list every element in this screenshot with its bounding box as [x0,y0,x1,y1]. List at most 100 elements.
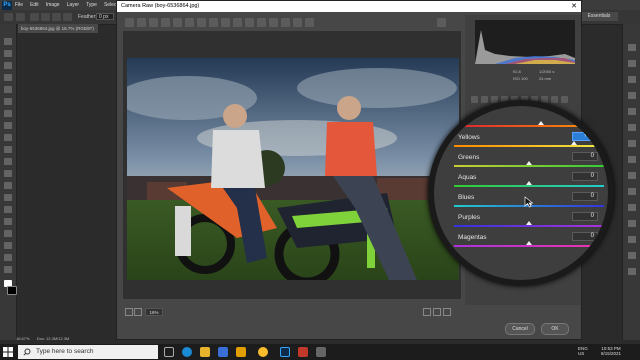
crop-tool-icon[interactable] [4,86,12,93]
background-color-swatch[interactable] [7,286,17,295]
pen-tool-icon[interactable] [4,206,12,213]
document-tab[interactable]: boy-6536864.jpg @ 16.7% (RGB/8*) [18,24,98,33]
zoom-tool-icon[interactable] [125,18,134,27]
lasso-tool-icon[interactable] [4,62,12,69]
hsl-slider-thumb[interactable] [526,181,532,185]
chrome-icon[interactable] [258,347,268,357]
menu-icon[interactable] [281,18,290,27]
menu-file[interactable]: File [15,2,23,8]
eraser-icon[interactable] [4,158,12,165]
home-icon[interactable] [4,13,13,21]
paragraph-icon[interactable] [628,140,636,147]
hsl-slider-thumb[interactable] [571,141,577,145]
hsl-value-yellows[interactable]: +63 [572,132,598,141]
swap-icon[interactable] [433,308,441,316]
transform-icon[interactable] [209,18,218,27]
mail-icon[interactable] [236,347,246,357]
adjustment-brush-icon[interactable] [245,18,254,27]
crop-icon[interactable] [185,18,194,27]
rotate-right-icon[interactable] [305,18,314,27]
photoshop-taskbar-icon[interactable] [280,347,290,357]
history-icon[interactable] [628,44,636,51]
straighten-icon[interactable] [197,18,206,27]
navigator-icon[interactable] [628,252,636,259]
feather-input[interactable]: 0 px [96,13,114,20]
history-brush-icon[interactable] [4,146,12,153]
menu-edit[interactable]: Edit [30,2,39,8]
intersect-selection-icon[interactable] [63,13,72,21]
add-selection-icon[interactable] [41,13,50,21]
hsl-value-magentas[interactable]: 0 [572,232,598,241]
zoom-out-icon[interactable] [134,308,142,316]
brush-tool-icon[interactable] [4,122,12,129]
hsl-value-greens[interactable]: 0 [572,152,598,161]
zoom-tool-icon[interactable] [4,266,12,273]
path-select-icon[interactable] [4,230,12,237]
file-explorer-icon[interactable] [200,347,210,357]
clone-stamp-icon[interactable] [4,134,12,141]
app-icon-2[interactable] [316,347,326,357]
menu-type[interactable]: Type [86,2,97,8]
radial-filter-icon[interactable] [269,18,278,27]
fullscreen-icon[interactable] [437,18,446,27]
taskbar-search[interactable]: Type here to search [18,345,158,359]
spot-removal-icon[interactable] [221,18,230,27]
workspace-switcher[interactable]: Essentials [580,12,618,21]
tab-snapshots[interactable] [561,96,568,103]
eyedropper-icon[interactable] [4,98,12,105]
rotate-left-icon[interactable] [293,18,302,27]
hsl-value-aquas[interactable]: 0 [572,172,598,181]
color-sampler-icon[interactable] [161,18,170,27]
marquee-tool-icon[interactable] [4,50,12,57]
hand-tool-icon[interactable] [4,254,12,261]
windows-start-icon[interactable] [2,346,14,358]
zoom-level[interactable]: 16% [145,308,163,316]
character-icon[interactable] [628,156,636,163]
hsl-slider-oranges[interactable] [454,125,604,127]
subtract-selection-icon[interactable] [52,13,61,21]
libraries-icon[interactable] [628,124,636,131]
move-tool-icon[interactable] [4,38,12,45]
healing-brush-icon[interactable] [4,110,12,117]
hsl-slider-aquas[interactable] [454,185,604,187]
cancel-button[interactable]: Cancel [505,323,535,335]
clock[interactable]: 10:53 PM 8/15/2021 [596,346,626,356]
blur-icon[interactable] [4,182,12,189]
swatches-icon[interactable] [628,92,636,99]
quick-select-icon[interactable] [4,74,12,81]
hsl-value-purples[interactable]: 0 [572,212,598,221]
paths-icon[interactable] [628,204,636,211]
channels-icon[interactable] [628,188,636,195]
copy-settings-icon[interactable] [443,308,451,316]
hsl-value-blues[interactable]: 0 [572,192,598,201]
app-icon[interactable] [298,347,308,357]
tab-tone-curve[interactable] [481,96,488,103]
marquee-tool-icon[interactable] [16,13,25,21]
menu-layer[interactable]: Layer [67,2,80,8]
hsl-slider-thumb[interactable] [526,241,532,245]
shape-tool-icon[interactable] [4,242,12,249]
before-after-icon[interactable] [423,308,431,316]
dodge-icon[interactable] [4,194,12,201]
white-balance-icon[interactable] [149,18,158,27]
styles-icon[interactable] [628,220,636,227]
color-icon[interactable] [628,76,636,83]
hsl-slider-thumb[interactable] [538,121,544,125]
red-eye-icon[interactable] [233,18,242,27]
close-button[interactable]: ✕ [571,2,577,10]
targeted-adjustment-icon[interactable] [173,18,182,27]
hsl-slider-greens[interactable] [454,165,604,167]
hsl-slider-thumb[interactable] [526,221,532,225]
menu-image[interactable]: Image [46,2,60,8]
hsl-slider-yellows[interactable] [454,145,604,147]
tab-presets[interactable] [551,96,558,103]
actions-icon[interactable] [628,268,636,275]
layers-icon[interactable] [628,172,636,179]
language-indicator[interactable]: ENG US [578,346,588,356]
filmstrip-icon[interactable] [125,308,133,316]
hsl-slider-thumb[interactable] [526,161,532,165]
edge-icon[interactable] [182,347,192,357]
store-icon[interactable] [218,347,228,357]
new-selection-icon[interactable] [30,13,39,21]
adjustments-icon[interactable] [628,108,636,115]
